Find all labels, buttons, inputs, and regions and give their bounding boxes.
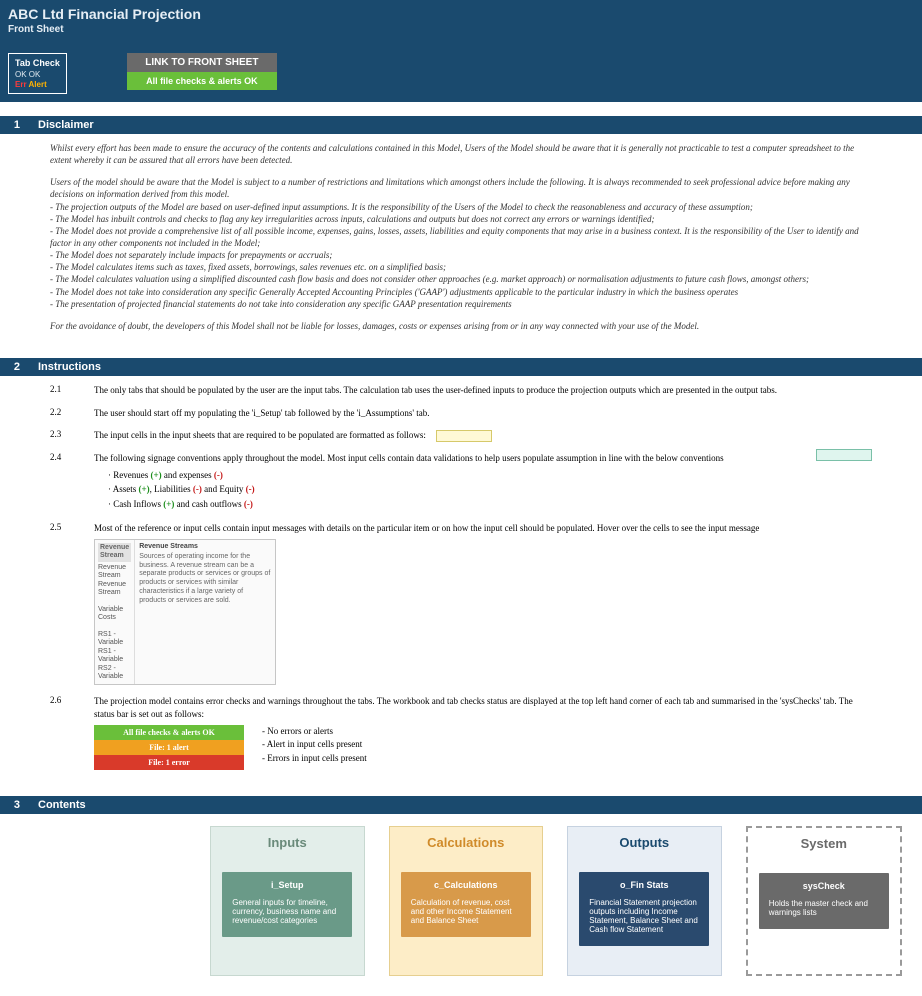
disclaimer-b2: - The Model has inbuilt controls and che…	[50, 213, 872, 225]
tab-check-status: OK OK	[15, 70, 60, 79]
disclaimer-b3: - The Model does not provide a comprehen…	[50, 225, 872, 249]
subbox-calc[interactable]: c_Calculations Calculation of revenue, c…	[401, 872, 531, 937]
instructions-content: 2.1 The only tabs that should be populat…	[0, 376, 922, 796]
instr-23: 2.3 The input cells in the input sheets …	[50, 429, 872, 442]
tab-check-box: Tab Check OK OK Err Alert	[8, 53, 67, 94]
disclaimer-b4: - The Model does not separately include …	[50, 249, 872, 261]
tab-check-err-alert: Err Alert	[15, 80, 60, 89]
instr-25: 2.5 Most of the reference or input cells…	[50, 522, 872, 685]
section-1-title: Disclaimer	[38, 119, 94, 131]
err-label: Err	[15, 80, 29, 89]
disclaimer-b8: - The presentation of projected financia…	[50, 298, 872, 310]
tooltip-right-col: Revenue Streams Sources of operating inc…	[135, 540, 275, 684]
signage-assets: · Assets (+), Liabilities (-) and Equity…	[108, 483, 872, 496]
tooltip-left-col: Revenue Stream Revenue Stream Revenue St…	[95, 540, 135, 684]
card-inputs-title: Inputs	[268, 835, 307, 850]
status-alert-bar: File: 1 alert	[94, 740, 244, 755]
alert-label: Alert	[29, 80, 47, 89]
subbox-finstats[interactable]: o_Fin Stats Financial Statement projecti…	[579, 872, 709, 946]
status-block: All file checks & alerts OK File: 1 aler…	[94, 725, 872, 771]
header-band: ABC Ltd Financial Projection Front Sheet…	[0, 0, 922, 102]
top-controls: Tab Check OK OK Err Alert LINK TO FRONT …	[8, 53, 914, 94]
contents-row: Inputs i_Setup General inputs for timeli…	[0, 814, 922, 996]
card-calculations: Calculations c_Calculations Calculation …	[389, 826, 544, 976]
card-calc-title: Calculations	[427, 835, 504, 850]
status-bars: All file checks & alerts OK File: 1 aler…	[94, 725, 244, 771]
card-system-title: System	[801, 836, 847, 851]
subbox-syscheck[interactable]: sysCheck Holds the master check and warn…	[759, 873, 889, 929]
section-1-bar: 1 Disclaimer	[0, 116, 922, 134]
legend-err: - Errors in input cells present	[262, 752, 367, 766]
status-legend: - No errors or alerts - Alert in input c…	[262, 725, 367, 766]
section-3-bar: 3 Contents	[0, 796, 922, 814]
card-outputs-title: Outputs	[619, 835, 669, 850]
page-title: ABC Ltd Financial Projection	[8, 6, 914, 22]
signage-sublist: · Revenues (+) and expenses (-) · Assets…	[108, 469, 872, 511]
yellow-input-cell-icon	[436, 430, 492, 442]
disclaimer-content: Whilst every effort has been made to ens…	[0, 134, 922, 358]
card-outputs: Outputs o_Fin Stats Financial Statement …	[567, 826, 722, 976]
disclaimer-b6: - The Model calculates valuation using a…	[50, 273, 872, 285]
section-2-num: 2	[6, 361, 20, 373]
signage-cash: · Cash Inflows (+) and cash outflows (-)	[108, 498, 872, 511]
subbox-setup[interactable]: i_Setup General inputs for timeline, cur…	[222, 872, 352, 937]
card-system: System sysCheck Holds the master check a…	[746, 826, 903, 976]
legend-alert: - Alert in input cells present	[262, 738, 367, 752]
disclaimer-b1: - The projection outputs of the Model ar…	[50, 201, 872, 213]
file-check-status: All file checks & alerts OK	[127, 72, 277, 90]
card-inputs: Inputs i_Setup General inputs for timeli…	[210, 826, 365, 976]
status-err-bar: File: 1 error	[94, 755, 244, 770]
tab-check-title: Tab Check	[15, 58, 60, 68]
section-3-title: Contents	[38, 799, 86, 811]
instr-24-text: The following signage conventions apply …	[94, 453, 724, 463]
tooltip-example: Revenue Stream Revenue Stream Revenue St…	[94, 539, 276, 685]
link-to-front-button[interactable]: LINK TO FRONT SHEET	[127, 53, 277, 72]
disclaimer-b5: - The Model calculates items such as tax…	[50, 261, 872, 273]
instr-26-text: The projection model contains error chec…	[94, 696, 853, 719]
status-ok-bar: All file checks & alerts OK	[94, 725, 244, 740]
instr-21: 2.1 The only tabs that should be populat…	[50, 384, 872, 397]
instr-25-text: Most of the reference or input cells con…	[94, 523, 759, 533]
legend-ok: - No errors or alerts	[262, 725, 367, 739]
disclaimer-bullets: Users of the model should be aware that …	[50, 176, 872, 310]
page-subtitle: Front Sheet	[8, 24, 914, 35]
instr-26: 2.6 The projection model contains error …	[50, 695, 872, 770]
instr-23-text: The input cells in the input sheets that…	[94, 430, 426, 440]
teal-cell-icon	[816, 449, 872, 461]
section-2-bar: 2 Instructions	[0, 358, 922, 376]
section-1-num: 1	[6, 119, 20, 131]
section-3-num: 3	[6, 799, 20, 811]
disclaimer-p2: Users of the model should be aware that …	[50, 176, 872, 200]
instr-22: 2.2 The user should start off my populat…	[50, 407, 872, 420]
instr-24: 2.4 The following signage conventions ap…	[50, 452, 872, 512]
signage-revenues: · Revenues (+) and expenses (-)	[108, 469, 872, 482]
section-2-title: Instructions	[38, 361, 101, 373]
disclaimer-p3: For the avoidance of doubt, the develope…	[50, 320, 872, 332]
disclaimer-p1: Whilst every effort has been made to ens…	[50, 142, 872, 166]
link-box: LINK TO FRONT SHEET All file checks & al…	[127, 53, 277, 90]
disclaimer-b7: - The Model does not take into considera…	[50, 286, 872, 298]
